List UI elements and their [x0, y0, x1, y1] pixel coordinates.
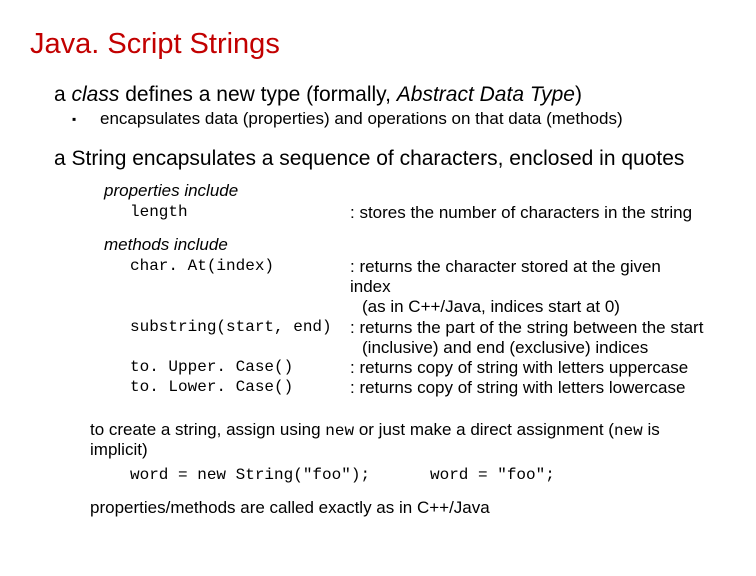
length-desc: : stores the number of characters in the… [350, 203, 726, 223]
code-example-right: word = "foo"; [430, 466, 555, 484]
adt-italic: Abstract Data Type [397, 83, 575, 106]
substring-desc-1: : returns the part of the string between… [350, 318, 726, 338]
tolowercase-row: to. Lower. Case() : returns copy of stri… [130, 378, 726, 398]
blank [130, 297, 350, 317]
string-encapsulates-line: a String encapsulates a sequence of char… [54, 147, 696, 172]
substring-desc-2: (inclusive) and end (exclusive) indices [350, 338, 726, 358]
substring-row-2: (inclusive) and end (exclusive) indices [130, 338, 726, 358]
class-italic: class [72, 83, 120, 106]
called-exactly-line: properties/methods are called exactly as… [90, 498, 696, 518]
touppercase-desc: : returns copy of string with letters up… [350, 358, 726, 378]
tolowercase-code: to. Lower. Case() [130, 378, 350, 398]
new-keyword: new [614, 422, 643, 440]
properties-include-heading: properties include [104, 181, 726, 201]
charat-row-2: (as in C++/Java, indices start at 0) [130, 297, 726, 317]
encapsulates-bullet: encapsulates data (properties) and opera… [100, 109, 726, 129]
text: defines a new type (formally, [119, 83, 396, 106]
text: a [54, 83, 72, 106]
length-row: length : stores the number of characters… [130, 203, 726, 223]
charat-desc-1: : returns the character stored at the gi… [350, 257, 726, 297]
blank [130, 338, 350, 358]
tolowercase-desc: : returns copy of string with letters lo… [350, 378, 726, 398]
slide: Java. Script Strings a class defines a n… [0, 0, 756, 538]
create-string-line: to create a string, assign using new or … [90, 420, 696, 460]
methods-include-heading: methods include [104, 235, 726, 255]
class-defines-line: a class defines a new type (formally, Ab… [54, 83, 726, 107]
charat-desc-2: (as in C++/Java, indices start at 0) [350, 297, 726, 317]
text: to create a string, assign using [90, 420, 325, 439]
substring-code: substring(start, end) [130, 318, 350, 338]
text: ) [575, 83, 582, 106]
new-keyword: new [325, 422, 354, 440]
touppercase-row: to. Upper. Case() : returns copy of stri… [130, 358, 726, 378]
touppercase-code: to. Upper. Case() [130, 358, 350, 378]
code-example-left: word = new String("foo"); [130, 466, 430, 484]
slide-title: Java. Script Strings [30, 28, 726, 61]
text: or just make a direct assignment ( [354, 420, 614, 439]
charat-row: char. At(index) : returns the character … [130, 257, 726, 297]
substring-row: substring(start, end) : returns the part… [130, 318, 726, 338]
length-code: length [130, 203, 350, 223]
code-examples: word = new String("foo"); word = "foo"; [130, 466, 696, 484]
charat-code: char. At(index) [130, 257, 350, 297]
